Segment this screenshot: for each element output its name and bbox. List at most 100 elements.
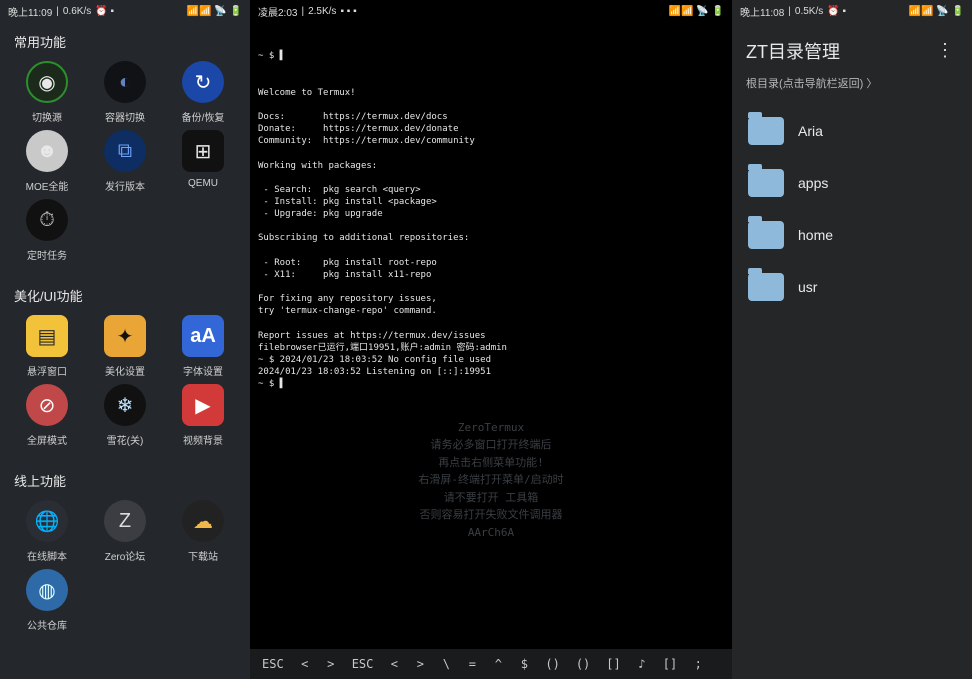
app-icon: ❄ (104, 384, 146, 426)
term-key[interactable]: ESC (258, 655, 288, 673)
app-item-QEMU[interactable]: ⊞QEMU (166, 130, 240, 193)
section-title: 美化/UI功能 (0, 276, 250, 311)
app-item-定时任务[interactable]: ⏱定时任务 (10, 199, 84, 262)
icon-grid: ▤悬浮窗口 ✦ 美化设置 aA字体设置 ⊘ 全屏模式 ❄ 雪花(关) ▶ 视频背景 (0, 311, 250, 461)
statusbar-right: 晚上11:08 | 0.5K/s ⏰ ▪ 📶📶 📡 🔋 (732, 0, 972, 22)
app-icon: ✦ (104, 315, 146, 357)
status-indicators: ▪ ▪ ▪ (340, 6, 356, 17)
app-item-雪花(关)[interactable]: ❄ 雪花(关) (88, 384, 162, 447)
status-right-icons: 📶📶 📡 🔋 (187, 6, 242, 17)
status-divider: | (56, 6, 59, 17)
terminal-output[interactable]: ~ $ ▌ Welcome to Termux! Docs: https://t… (250, 22, 732, 649)
status-indicators: ⏰ ▪ (827, 6, 846, 17)
app-item-字体设置[interactable]: aA字体设置 (166, 315, 240, 378)
app-item-MOE全能[interactable]: ☻MOE全能 (10, 130, 84, 193)
app-item-公共仓库[interactable]: ◍公共仓库 (10, 569, 84, 632)
app-item-备份/恢复[interactable]: ↻ 备份/恢复 (166, 61, 240, 124)
section-title: 线上功能 (0, 461, 250, 496)
term-key[interactable]: < (296, 655, 314, 673)
term-key[interactable]: = (463, 655, 481, 673)
folder-icon (748, 221, 784, 249)
filemanager-title: ZT目录管理 (746, 38, 840, 64)
app-label: 下载站 (188, 548, 218, 563)
terminal-lines: Welcome to Termux! Docs: https://termux.… (258, 87, 724, 391)
app-item-切换源[interactable]: ◉切换源 (10, 61, 84, 124)
app-item-全屏模式[interactable]: ⊘ 全屏模式 (10, 384, 84, 447)
app-label: 雪花(关) (107, 432, 144, 447)
folder-icon (748, 117, 784, 145)
launcher-panel: 晚上11:09 | 0.6K/s ⏰ ▪ 📶📶 📡 🔋 常用功能◉切换源◐容器切… (0, 0, 250, 679)
app-icon: ◐ (104, 61, 146, 103)
status-time: 晚上11:08 (740, 4, 784, 19)
app-item-发行版本[interactable]: ⧉ 发行版本 (88, 130, 162, 193)
folder-name: usr (798, 279, 817, 295)
term-key[interactable]: $ (515, 655, 533, 673)
app-icon: ▶ (182, 384, 224, 426)
app-label: QEMU (188, 178, 218, 189)
status-netspeed: 0.5K/s (795, 6, 823, 17)
app-label: 全屏模式 (27, 432, 67, 447)
term-key[interactable]: [] (602, 655, 624, 673)
icon-grid: 🌐 在线脚本 Z Zero论坛 ☁ 下载站 ◍公共仓库 (0, 496, 250, 646)
app-item-在线脚本[interactable]: 🌐 在线脚本 (10, 500, 84, 563)
app-icon: 🌐 (26, 500, 68, 542)
term-key[interactable]: ; (689, 655, 707, 673)
status-time: 凌晨2:03 (258, 4, 297, 19)
app-icon: ⧉ (104, 130, 146, 172)
term-key[interactable]: > (322, 655, 340, 673)
app-item-下载站[interactable]: ☁ 下载站 (166, 500, 240, 563)
app-item-容器切换[interactable]: ◐ 容器切换 (88, 61, 162, 124)
app-item-视频背景[interactable]: ▶ 视频背景 (166, 384, 240, 447)
folder-name: Aria (798, 123, 823, 139)
folder-name: home (798, 227, 833, 243)
overflow-menu-icon[interactable]: ⋮ (932, 36, 958, 65)
status-right-icons: 📶📶 📡 🔋 (909, 6, 964, 17)
status-divider: | (788, 6, 791, 17)
app-icon: ↻ (182, 61, 224, 103)
app-label: 发行版本 (105, 178, 145, 193)
app-item-美化设置[interactable]: ✦ 美化设置 (88, 315, 162, 378)
term-key[interactable]: \ (437, 655, 455, 673)
breadcrumb[interactable]: 根目录(点击导航栏返回) 〉 (732, 71, 972, 101)
terminal-prompt: ~ $ ▌ (258, 50, 724, 62)
app-label: Zero论坛 (105, 548, 146, 563)
app-icon: ◍ (26, 569, 68, 611)
app-label: 定时任务 (27, 247, 67, 262)
app-label: 悬浮窗口 (27, 363, 67, 378)
term-key[interactable]: < (385, 655, 403, 673)
app-label: 容器切换 (105, 109, 145, 124)
app-icon: ☻ (26, 130, 68, 172)
app-icon: Z (104, 500, 146, 542)
status-divider: | (301, 6, 304, 17)
app-label: 在线脚本 (27, 548, 67, 563)
folder-item-home[interactable]: home (740, 209, 964, 261)
term-key[interactable]: () (541, 655, 563, 673)
filemanager-panel: 晚上11:08 | 0.5K/s ⏰ ▪ 📶📶 📡 🔋 ZT目录管理 ⋮ 根目录… (732, 0, 972, 679)
folder-name: apps (798, 175, 828, 191)
app-label: 备份/恢复 (182, 109, 225, 124)
app-label: 视频背景 (183, 432, 223, 447)
app-icon: aA (182, 315, 224, 357)
term-key[interactable]: ESC (348, 655, 378, 673)
folder-item-usr[interactable]: usr (740, 261, 964, 313)
folder-item-Aria[interactable]: Aria (740, 105, 964, 157)
term-key[interactable]: [] (659, 655, 681, 673)
status-right-icons: 📶📶 📡 🔋 (669, 6, 724, 17)
folder-icon (748, 169, 784, 197)
app-icon: ⊘ (26, 384, 68, 426)
term-key[interactable]: ♪ (633, 655, 651, 673)
section-title: 常用功能 (0, 22, 250, 57)
app-item-悬浮窗口[interactable]: ▤悬浮窗口 (10, 315, 84, 378)
folder-item-apps[interactable]: apps (740, 157, 964, 209)
status-netspeed: 2.5K/s (308, 6, 336, 17)
app-icon: ☁ (182, 500, 224, 542)
term-key[interactable]: ^ (489, 655, 507, 673)
icon-grid: ◉切换源 ◐ 容器切换 ↻ 备份/恢复 ☻MOE全能 ⧉ 发行版本 ⊞QEMU ⏱定时任务 (0, 57, 250, 276)
app-label: 美化设置 (105, 363, 145, 378)
terminal-watermark: ZeroTermux 请务必多窗口打开终端后 再点击右侧菜单功能! 右滑屏-终端… (258, 419, 724, 542)
terminal-panel: 凌晨2:03 | 2.5K/s ▪ ▪ ▪ 📶📶 📡 🔋 ~ $ ▌ Welco… (250, 0, 732, 679)
term-key[interactable]: > (411, 655, 429, 673)
app-item-Zero论坛[interactable]: Z Zero论坛 (88, 500, 162, 563)
term-key[interactable]: () (572, 655, 594, 673)
status-netspeed: 0.6K/s (63, 6, 91, 17)
